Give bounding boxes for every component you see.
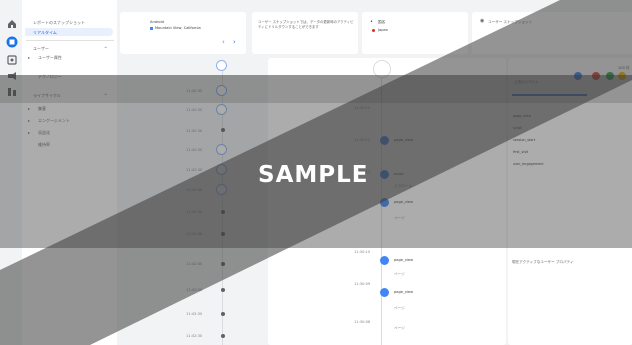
watermark-text: SAMPLE [258,162,369,188]
